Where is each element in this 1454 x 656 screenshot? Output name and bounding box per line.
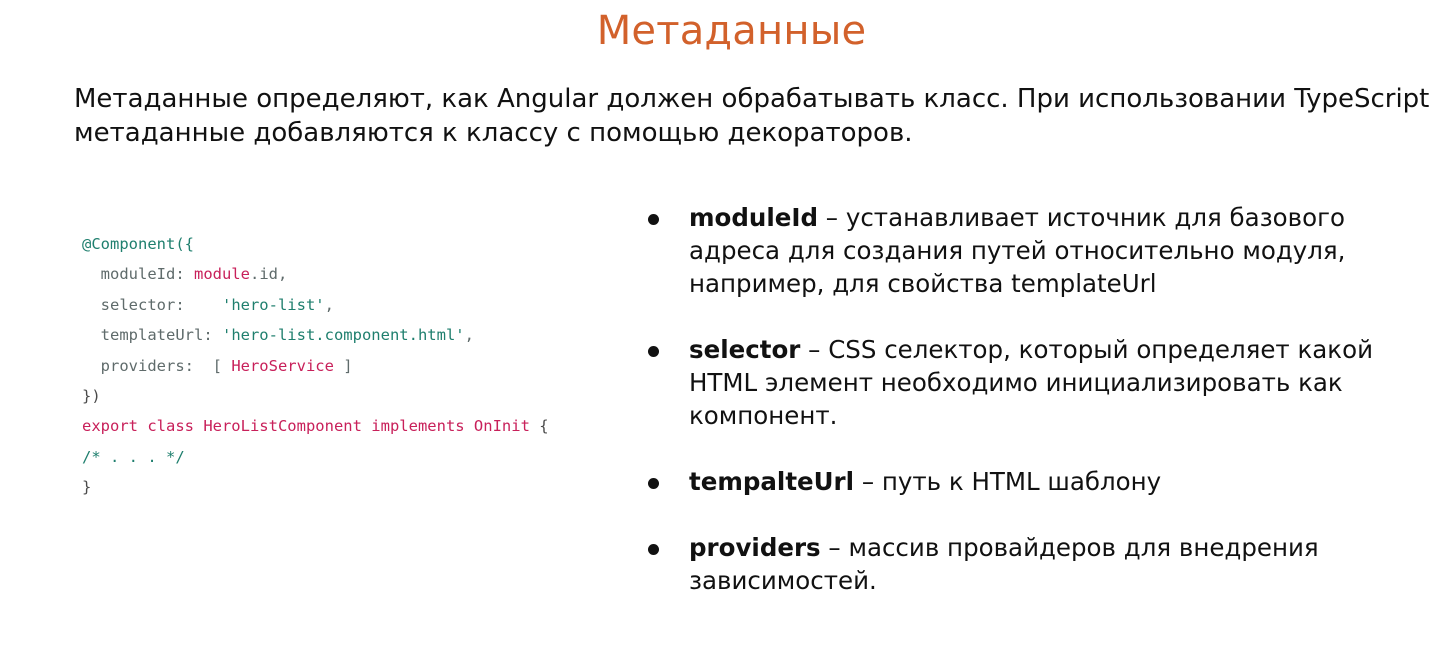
code-key: selector: bbox=[82, 295, 222, 314]
bullet-icon bbox=[648, 214, 659, 225]
bullet-icon bbox=[648, 544, 659, 555]
bullet-line: например, для свойства templateUrl bbox=[689, 269, 1157, 298]
code-value: 'hero-list' bbox=[221, 295, 325, 314]
intro-line-2: метаданные добавляются к классу с помощь… bbox=[74, 118, 913, 148]
bullet-text: – путь к HTML шаблону bbox=[854, 467, 1162, 496]
bullet-term: providers bbox=[689, 533, 821, 562]
code-comment: /* . . . */ bbox=[82, 447, 185, 466]
bullet-term: selector bbox=[689, 335, 801, 364]
code-punct: { bbox=[529, 417, 549, 436]
bullet-line: providers – массив провайдеров для внедр… bbox=[689, 531, 1434, 564]
code-punct: .id, bbox=[249, 265, 288, 284]
code-punct: , bbox=[324, 295, 334, 314]
bullet-item-selector: selector – CSS селектор, который определ… bbox=[644, 333, 1434, 432]
intro-line-1: Метаданные определяют, как Angular долже… bbox=[74, 84, 1430, 114]
code-key: moduleId: bbox=[82, 265, 194, 284]
bullet-line: selector – CSS селектор, который определ… bbox=[689, 333, 1434, 366]
bullet-line: moduleId – устанавливает источник для ба… bbox=[689, 201, 1434, 234]
bullet-icon bbox=[648, 346, 659, 357]
code-line: @Component({ bbox=[82, 235, 194, 253]
bullet-text: – массив провайдеров для внедрения bbox=[820, 533, 1319, 562]
bullet-line: адреса для создания путей относительно м… bbox=[689, 236, 1346, 265]
code-line: export class HeroListComponent implement… bbox=[82, 411, 642, 441]
code-line: }) bbox=[82, 386, 101, 405]
bullet-list: moduleId – устанавливает источник для ба… bbox=[644, 201, 1434, 630]
bullet-line: зависимостей. bbox=[689, 566, 877, 595]
bullet-icon bbox=[648, 478, 659, 489]
code-punct: , bbox=[464, 326, 474, 345]
bullet-item-moduleid: moduleId – устанавливает источник для ба… bbox=[644, 201, 1434, 300]
bullet-line: HTML элемент необходимо инициализировать… bbox=[689, 368, 1343, 397]
code-class-declaration: export class HeroListComponent implement… bbox=[82, 417, 530, 436]
code-value: HeroService bbox=[231, 356, 334, 375]
code-value: module bbox=[193, 265, 250, 284]
code-line: providers: [ HeroService ] bbox=[82, 351, 642, 381]
bullet-line: tempalteUrl – путь к HTML шаблону bbox=[689, 465, 1434, 498]
code-line: } bbox=[82, 478, 92, 497]
code-punct: ] bbox=[333, 356, 353, 375]
code-line: selector: 'hero-list', bbox=[82, 290, 642, 320]
code-key: providers: [ bbox=[82, 356, 232, 375]
slide-title: Метаданные bbox=[596, 8, 867, 54]
bullet-line: компонент. bbox=[689, 401, 838, 430]
bullet-item-providers: providers – массив провайдеров для внедр… bbox=[644, 531, 1434, 597]
code-line: templateUrl: 'hero-list.component.html', bbox=[82, 320, 642, 350]
bullet-text: – CSS селектор, который определяет какой bbox=[800, 335, 1374, 364]
code-key: templateUrl: bbox=[82, 326, 222, 345]
code-sample: @Component({ moduleId: module.id, select… bbox=[82, 229, 642, 503]
bullet-term: tempalteUrl bbox=[689, 467, 855, 496]
bullet-text: – устанавливает источник для базового bbox=[818, 203, 1345, 232]
bullet-item-templateurl: tempalteUrl – путь к HTML шаблону bbox=[644, 465, 1434, 498]
intro-paragraph: Метаданные определяют, как Angular долже… bbox=[74, 82, 1430, 150]
code-line: moduleId: module.id, bbox=[82, 259, 642, 289]
code-value: 'hero-list.component.html' bbox=[221, 326, 465, 345]
bullet-term: moduleId bbox=[689, 203, 819, 232]
